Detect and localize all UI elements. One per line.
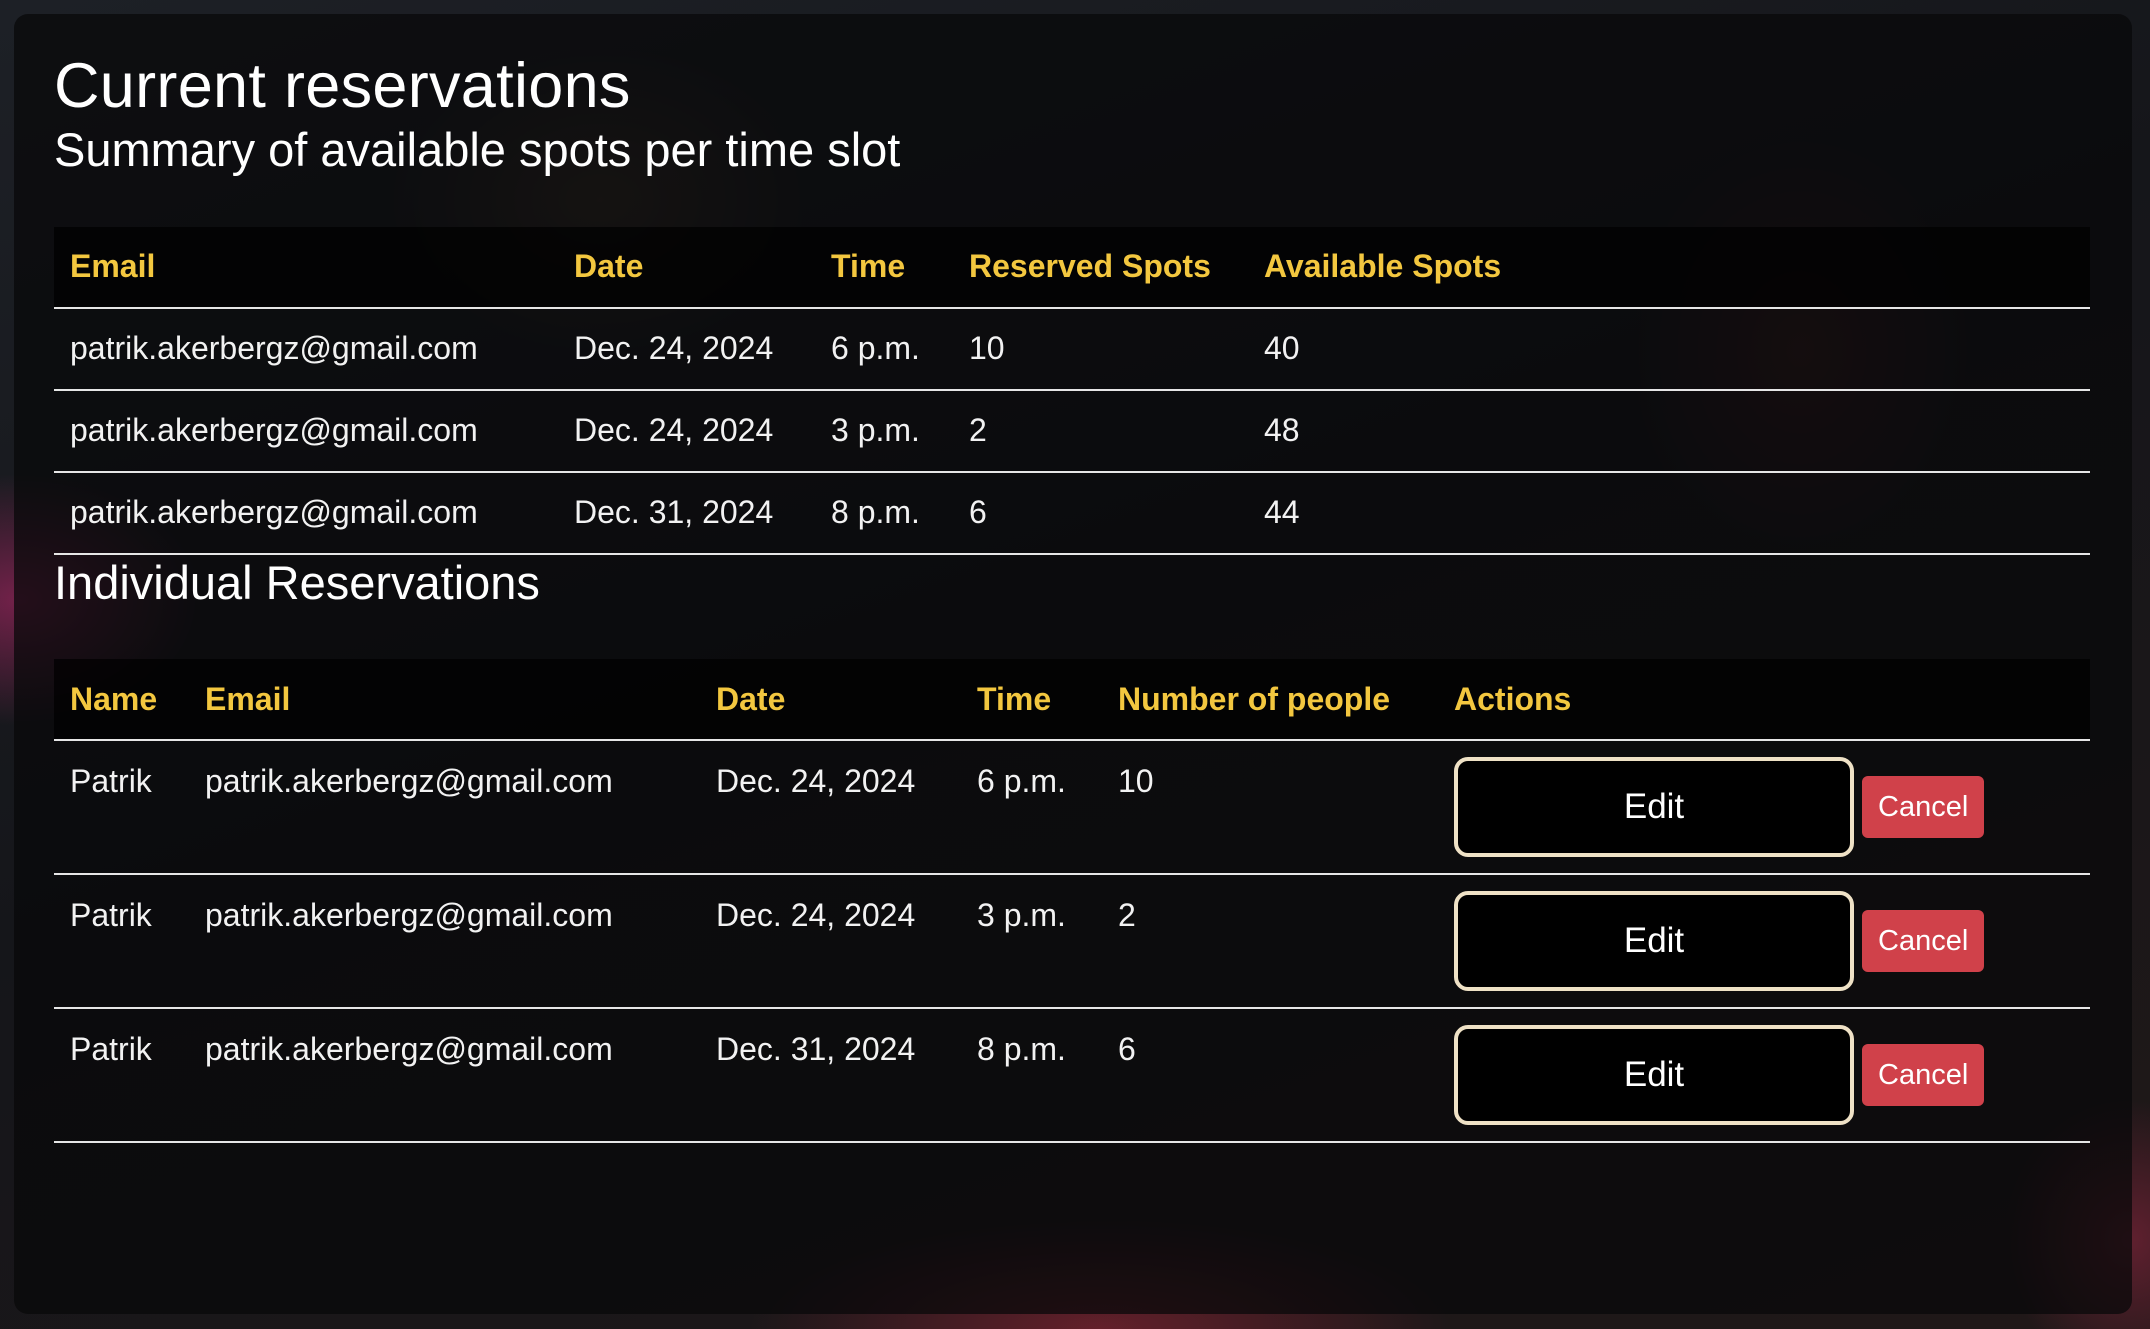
individual-header-row: Name Email Date Time Number of people Ac… [54, 659, 2090, 742]
reservations-panel: Current reservations Summary of availabl… [14, 14, 2132, 1314]
cell-time: 8 p.m. [961, 1008, 1102, 1144]
summary-table: Email Date Time Reserved Spots Available… [54, 226, 2090, 555]
cancel-button[interactable]: Cancel [1862, 910, 1985, 973]
column-header-reserved-spots: Reserved Spots [953, 226, 1248, 309]
table-row: patrik.akerbergz@gmail.com Dec. 31, 2024… [54, 471, 2090, 555]
cancel-button[interactable]: Cancel [1862, 776, 1985, 839]
cell-email: patrik.akerbergz@gmail.com [189, 874, 700, 1010]
cell-email: patrik.akerbergz@gmail.com [54, 471, 558, 555]
cell-date: Dec. 24, 2024 [558, 389, 815, 473]
cell-actions: Edit Cancel [1438, 740, 2090, 876]
cell-available: 40 [1248, 307, 2090, 391]
column-header-number-of-people: Number of people [1102, 659, 1438, 742]
cell-time: 6 p.m. [815, 307, 953, 391]
page-title: Current reservations [54, 51, 631, 121]
individual-reservations-heading: Individual Reservations [54, 555, 540, 609]
column-header-email: Email [189, 659, 700, 742]
cell-available: 48 [1248, 389, 2090, 473]
cell-people: 6 [1102, 1008, 1438, 1144]
cancel-button[interactable]: Cancel [1862, 1044, 1985, 1107]
cell-date: Dec. 24, 2024 [700, 740, 961, 876]
cell-reserved: 2 [953, 389, 1248, 473]
cell-date: Dec. 24, 2024 [700, 874, 961, 1010]
column-header-time: Time [815, 226, 953, 309]
cell-date: Dec. 31, 2024 [700, 1008, 961, 1144]
cell-email: patrik.akerbergz@gmail.com [189, 740, 700, 876]
table-row: patrik.akerbergz@gmail.com Dec. 24, 2024… [54, 389, 2090, 473]
column-header-time: Time [961, 659, 1102, 742]
cell-name: Patrik [54, 740, 189, 876]
cell-available: 44 [1248, 471, 2090, 555]
cell-name: Patrik [54, 1008, 189, 1144]
summary-header-row: Email Date Time Reserved Spots Available… [54, 226, 2090, 309]
cell-name: Patrik [54, 874, 189, 1010]
edit-button[interactable]: Edit [1454, 757, 1854, 858]
edit-button[interactable]: Edit [1454, 1025, 1854, 1126]
cell-email: patrik.akerbergz@gmail.com [189, 1008, 700, 1144]
table-row: Patrik patrik.akerbergz@gmail.com Dec. 2… [54, 874, 2090, 1010]
column-header-actions: Actions [1438, 659, 2090, 742]
cell-reserved: 6 [953, 471, 1248, 555]
column-header-available-spots: Available Spots [1248, 226, 2090, 309]
column-header-name: Name [54, 659, 189, 742]
edit-button[interactable]: Edit [1454, 891, 1854, 992]
table-row: Patrik patrik.akerbergz@gmail.com Dec. 3… [54, 1008, 2090, 1144]
cell-reserved: 10 [953, 307, 1248, 391]
cell-actions: Edit Cancel [1438, 874, 2090, 1010]
table-row: patrik.akerbergz@gmail.com Dec. 24, 2024… [54, 307, 2090, 391]
cell-people: 10 [1102, 740, 1438, 876]
cell-time: 6 p.m. [961, 740, 1102, 876]
column-header-date: Date [700, 659, 961, 742]
cell-time: 3 p.m. [961, 874, 1102, 1010]
column-header-email: Email [54, 226, 558, 309]
cell-people: 2 [1102, 874, 1438, 1010]
cell-date: Dec. 24, 2024 [558, 307, 815, 391]
cell-actions: Edit Cancel [1438, 1008, 2090, 1144]
cell-date: Dec. 31, 2024 [558, 471, 815, 555]
cell-email: patrik.akerbergz@gmail.com [54, 307, 558, 391]
table-row: Patrik patrik.akerbergz@gmail.com Dec. 2… [54, 740, 2090, 876]
cell-time: 8 p.m. [815, 471, 953, 555]
individual-reservations-table: Name Email Date Time Number of people Ac… [54, 659, 2090, 1144]
cell-time: 3 p.m. [815, 389, 953, 473]
summary-heading: Summary of available spots per time slot [54, 123, 901, 177]
column-header-date: Date [558, 226, 815, 309]
cell-email: patrik.akerbergz@gmail.com [54, 389, 558, 473]
